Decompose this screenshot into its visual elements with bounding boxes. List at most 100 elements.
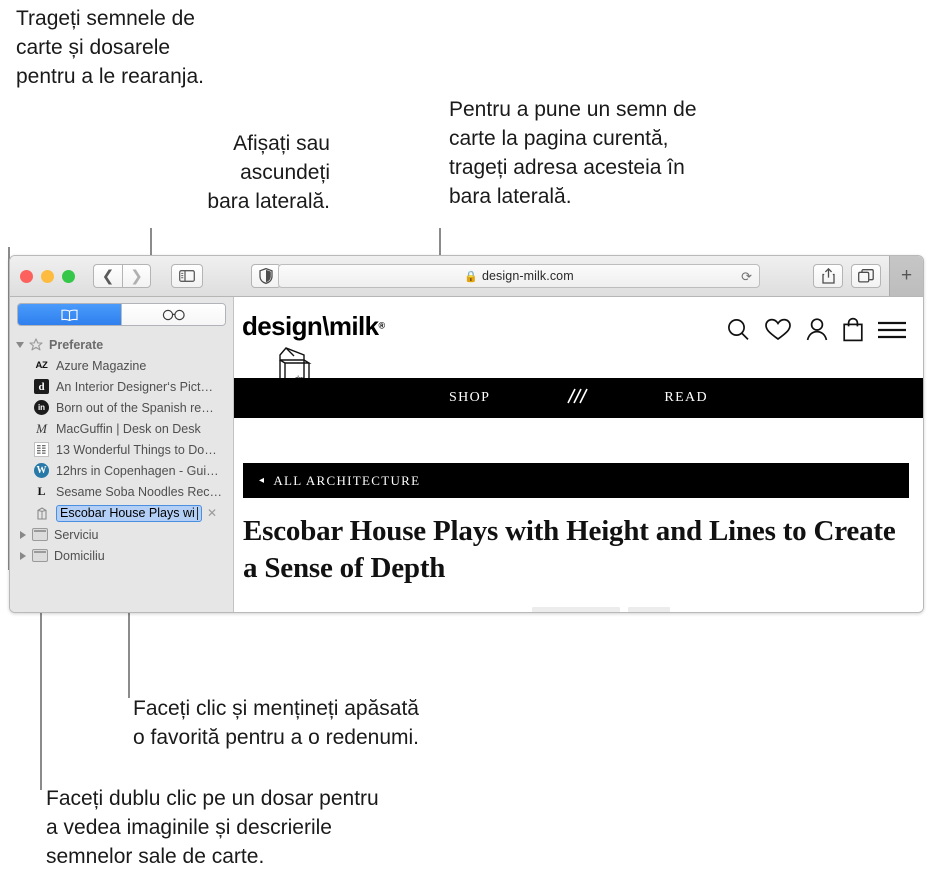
forward-button[interactable]: ❯ xyxy=(122,264,151,288)
browser-toolbar: ❮ ❯ 🔒 design-milk.com ⟳ + xyxy=(10,256,923,297)
lock-icon: 🔒 xyxy=(464,270,478,283)
sidebar-folder-domiciliu[interactable]: Domiciliu xyxy=(10,545,233,566)
callout-rename-favorite: Faceți clic și mențineți apăsată o favor… xyxy=(133,697,420,749)
bookmark-label: Azure Magazine xyxy=(56,358,147,373)
bookmark-row[interactable]: AZ Azure Magazine xyxy=(10,355,233,376)
article-headline[interactable]: Escobar House Plays with Height and Line… xyxy=(243,513,903,587)
site-header-icons xyxy=(726,317,907,347)
window-traffic-lights xyxy=(20,269,75,283)
bookmarks-list: Preferate AZ Azure Magazine d An Interio… xyxy=(10,334,233,566)
callout-double-click-folder: Faceți dublu clic pe un dosar pentru a v… xyxy=(46,787,379,868)
folder-label: Serviciu xyxy=(54,527,99,542)
bookmark-row[interactable]: in Born out of the Spanish re… xyxy=(10,397,233,418)
placeholder-bar xyxy=(532,607,620,612)
slashes-logo-icon[interactable] xyxy=(564,385,590,412)
favicon-azure: AZ xyxy=(35,360,48,371)
site-nav-bar: SHOP READ xyxy=(234,378,923,418)
toolbar-right-buttons xyxy=(813,264,881,288)
minimize-window-button[interactable] xyxy=(41,269,54,283)
safari-window: ❮ ❯ 🔒 design-milk.com ⟳ + Preferate AZ A… xyxy=(9,255,924,613)
bookmark-row[interactable]: 13 Wonderful Things to Do… xyxy=(10,439,233,460)
address-bar-url: design-milk.com xyxy=(481,269,574,283)
new-tab-button[interactable]: + xyxy=(889,256,923,296)
nav-item-shop[interactable]: SHOP xyxy=(449,390,490,406)
zoom-window-button[interactable] xyxy=(62,269,75,283)
bookmark-label: Born out of the Spanish re… xyxy=(56,400,214,415)
bookmark-row[interactable]: W 12hrs in Copenhagen - Gui… xyxy=(10,460,233,481)
callout-show-hide-sidebar: Afișați sau ascundeți bara laterală. xyxy=(207,132,330,213)
milk-carton-glyph xyxy=(36,507,47,520)
tab-overview-button[interactable] xyxy=(851,264,881,288)
clear-x-icon[interactable]: ✕ xyxy=(207,506,217,520)
navigation-buttons: ❮ ❯ xyxy=(93,264,151,288)
sidebar-toggle-icon xyxy=(179,270,195,282)
star-icon xyxy=(29,337,43,350)
bookmark-label: An Interior Designer‘s Pict… xyxy=(56,379,214,394)
back-chevron-icon: ❮ xyxy=(101,267,115,285)
placeholder-bar xyxy=(628,607,670,612)
bookmark-row[interactable]: M MacGuffin | Desk on Desk xyxy=(10,418,233,439)
chevron-right-icon[interactable] xyxy=(20,530,26,539)
favicon-leites: L xyxy=(37,484,46,498)
bookmarks-group-label: Preferate xyxy=(49,337,104,352)
folder-icon xyxy=(32,528,48,541)
privacy-shield-icon xyxy=(259,268,273,284)
logo-text-right: milk xyxy=(328,311,379,341)
nav-item-read[interactable]: READ xyxy=(664,390,708,406)
reload-icon[interactable]: ⟳ xyxy=(741,269,752,285)
favicon-wordpress: W xyxy=(34,463,49,478)
menu-icon[interactable] xyxy=(877,319,907,346)
sidebar-mode-segments xyxy=(17,303,226,326)
forward-chevron-icon: ❯ xyxy=(130,267,143,285)
account-icon[interactable] xyxy=(805,317,829,347)
back-button[interactable]: ❮ xyxy=(93,264,122,288)
bookmark-rename-row[interactable]: Escobar House Plays with ✕ xyxy=(10,502,233,524)
bag-icon[interactable] xyxy=(842,317,864,347)
category-breadcrumb-bar[interactable]: ◂ ALL ARCHITECTURE xyxy=(243,463,909,498)
tab-overview-icon xyxy=(858,269,874,283)
chevron-down-icon[interactable] xyxy=(16,341,24,348)
folder-label: Domiciliu xyxy=(54,548,105,563)
bookmark-label: MacGuffin | Desk on Desk xyxy=(56,421,201,436)
category-label[interactable]: ALL ARCHITECTURE xyxy=(273,473,420,489)
bookmark-row[interactable]: d An Interior Designer‘s Pict… xyxy=(10,376,233,397)
plus-icon: + xyxy=(900,265,913,286)
bookmark-name-input[interactable]: Escobar House Plays with xyxy=(56,504,202,522)
share-button[interactable] xyxy=(813,264,843,288)
sidebar-toggle-button[interactable] xyxy=(171,264,203,288)
bookmark-label: 13 Wonderful Things to Do… xyxy=(56,442,217,457)
favicon-dezeen: d xyxy=(34,379,49,394)
chevron-right-icon[interactable] xyxy=(20,551,26,560)
bookmarks-group-favorites[interactable]: Preferate xyxy=(10,334,233,355)
bookmark-row[interactable]: L Sesame Soba Noodles Rec… xyxy=(10,481,233,502)
favicon-grid xyxy=(34,442,49,457)
leader-line-double-click-folder xyxy=(40,596,42,790)
book-icon xyxy=(61,309,78,321)
logo-registered-mark: ® xyxy=(378,320,385,331)
text-caret xyxy=(196,506,198,520)
share-icon xyxy=(821,268,835,284)
window-body: Preferate AZ Azure Magazine d An Interio… xyxy=(10,297,923,612)
favicon-inhabitat: in xyxy=(34,400,49,415)
logo-text-left: design xyxy=(242,311,323,341)
folder-icon xyxy=(32,549,48,562)
address-bar[interactable]: 🔒 design-milk.com ⟳ xyxy=(278,264,760,288)
callout-drag-rearrange: Trageți semnele de carte și dosarele pen… xyxy=(16,7,204,88)
heart-icon[interactable] xyxy=(764,317,792,347)
favicon-macguffin: M xyxy=(36,420,47,436)
logo-slash: \ xyxy=(322,311,329,341)
glasses-icon xyxy=(162,309,185,320)
close-window-button[interactable] xyxy=(20,269,33,283)
grid-icon xyxy=(37,445,46,454)
bookmarks-sidebar: Preferate AZ Azure Magazine d An Interio… xyxy=(10,297,234,612)
callout-add-bookmark: Pentru a pune un semn de carte la pagina… xyxy=(449,98,697,208)
sidebar-tab-reading-list[interactable] xyxy=(121,304,225,325)
back-arrow-icon: ◂ xyxy=(259,475,266,486)
search-icon[interactable] xyxy=(726,317,751,347)
bookmark-label: 12hrs in Copenhagen - Gui… xyxy=(56,463,219,478)
bookmark-label: Sesame Soba Noodles Rec… xyxy=(56,484,223,499)
privacy-report-button[interactable] xyxy=(251,264,281,288)
sidebar-folder-serviciu[interactable]: Serviciu xyxy=(10,524,233,545)
milk-carton-icon xyxy=(34,506,49,521)
sidebar-tab-bookmarks[interactable] xyxy=(18,304,121,325)
